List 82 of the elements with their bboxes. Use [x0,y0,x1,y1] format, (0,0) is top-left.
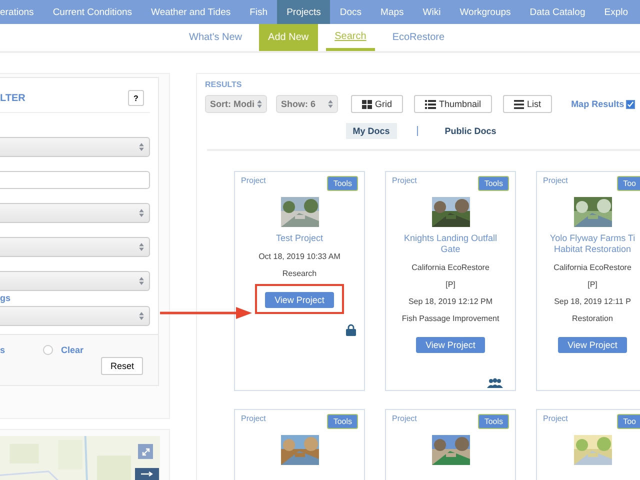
select-field[interactable] [0,306,150,326]
grid-icon [362,100,372,108]
nav-tab[interactable]: Explo [594,0,638,24]
updown-icon [139,243,144,251]
card-text: Sep 18, 2019 12:12 PM [408,297,493,306]
clear-checkbox[interactable] [43,345,54,355]
arrow-button[interactable] [135,468,159,480]
filter-link[interactable]: gs [0,293,150,303]
card-type: Project [241,414,266,423]
nav-tab[interactable]: Current Conditions [43,0,142,24]
card-type: Project [392,414,417,423]
subnav-tab[interactable]: Search [326,24,376,51]
show-select[interactable]: Show: 6 [276,95,338,113]
subnav-tab[interactable]: Add New [259,24,318,51]
card-type: Project [543,176,568,185]
select-field[interactable] [0,203,150,223]
clear-label[interactable]: Clear [61,345,84,355]
tools-button[interactable]: Tools [327,176,358,191]
tools-button[interactable]: Tools [478,176,509,191]
card-text: California EcoRestore [554,263,632,272]
card-type: Project [241,176,266,185]
list-icon [425,100,436,108]
nav-tab[interactable]: Fish [240,0,278,24]
map-results-checkbox[interactable] [626,100,636,108]
nav-tab[interactable]: Maps [371,0,414,24]
nav-tab[interactable]: erations [0,0,44,24]
card-text: Research [282,269,317,278]
card-text: Sep 18, 2019 12:11 P [554,297,631,306]
filter-title: LTER [0,92,26,104]
input-field[interactable] [0,171,150,189]
updown-icon [139,312,144,320]
tools-button[interactable]: Tools [327,414,358,429]
view-button[interactable]: List [503,95,552,113]
select-field[interactable] [0,137,150,157]
updown-icon [139,277,144,285]
expand-icon [140,446,150,456]
arrow-icon [141,471,153,477]
updown-icon [328,100,333,108]
subnav-tab[interactable]: What's New [180,24,252,51]
card-text: California EcoRestore [412,263,490,272]
results-heading: RESULTS [205,80,243,89]
reset-button[interactable]: Reset [101,357,143,375]
filter-link[interactable]: s [0,345,6,355]
menu-icon [514,100,524,108]
project-title[interactable]: Knights Landing Outfall Gate [404,233,498,255]
card-type: Project [392,176,417,185]
sort-select[interactable]: Sort: Modi [205,95,267,113]
card-text: Fish Passage Improvement [402,314,500,323]
updown-icon [139,143,144,151]
nav-tab[interactable]: Data Catalog [520,0,595,24]
docs-tab[interactable]: Public Docs [438,123,504,139]
nav-tab[interactable]: Weather and Tides [142,0,240,24]
view-button[interactable]: Grid [351,95,404,113]
nav-tab[interactable]: Docs [330,0,372,24]
updown-icon [257,100,262,108]
select-field[interactable] [0,237,150,257]
select-field[interactable] [0,271,150,291]
tools-button[interactable]: Too [617,414,640,429]
expand-button[interactable] [138,444,153,459]
view-project-button[interactable]: View Project [416,337,486,353]
project-title[interactable]: Yolo Flyway Farms Ti Habitat Restoration [550,233,636,255]
map-results-label[interactable]: Map Results [571,99,624,109]
nav-tab[interactable]: Workgroups [450,0,520,24]
card-text: Restoration [572,314,613,323]
view-project-button[interactable]: View Project [558,337,628,353]
nav-tab[interactable]: Wiki [413,0,450,24]
tools-button[interactable]: Tools [478,414,509,429]
card-text: [P] [588,280,598,289]
help-button[interactable]: ? [128,90,144,106]
tools-button[interactable]: Too [617,176,640,191]
subnav-tab[interactable]: EcoRestore [383,24,454,51]
project-title[interactable]: Test Project [276,233,324,244]
group-icon [487,378,503,388]
card-text: [P] [446,280,456,289]
view-button[interactable]: Thumbnail [414,95,492,113]
lock-icon [346,324,356,336]
nav-tab[interactable]: Projects [277,0,330,24]
docs-tab[interactable]: My Docs [346,123,397,139]
card-type: Project [543,414,568,423]
view-project-button[interactable]: View Project [264,292,334,308]
card-text: Oct 18, 2019 10:33 AM [258,252,340,261]
updown-icon [139,209,144,217]
